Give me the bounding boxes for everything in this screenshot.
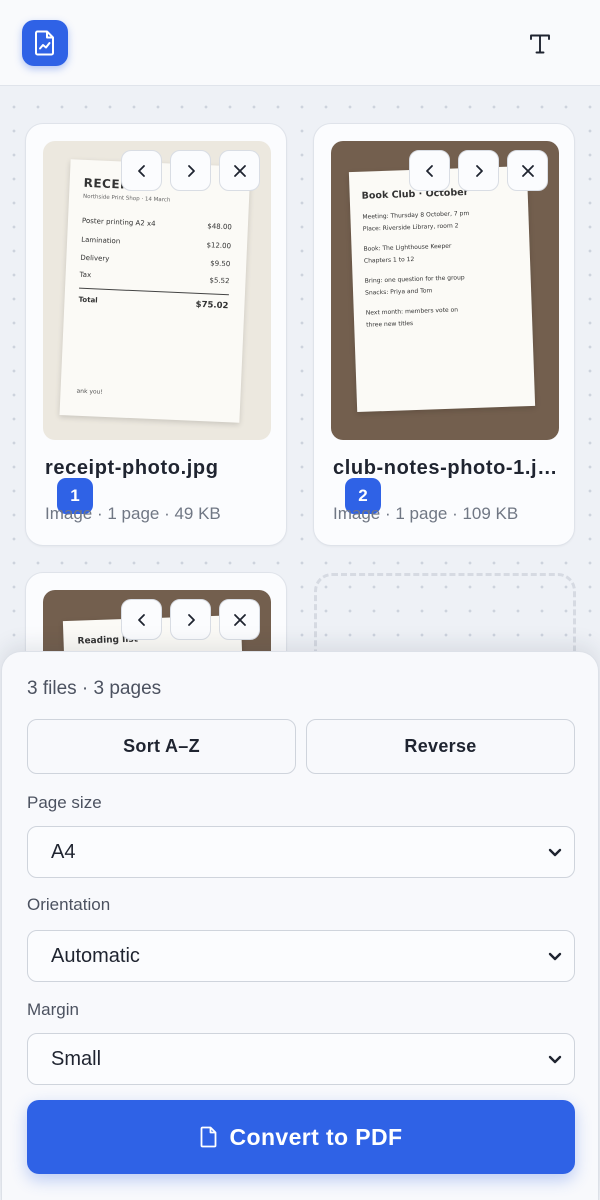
- card-controls: [121, 150, 260, 191]
- close-icon: [233, 613, 246, 626]
- chevron-right-icon: [187, 613, 195, 626]
- move-left-button[interactable]: [121, 599, 162, 640]
- margin-select[interactable]: Small: [27, 1033, 575, 1085]
- notes-line: Meeting: Thursday 8 October, 7 pm: [362, 210, 470, 221]
- notes-line: three new titles: [366, 320, 414, 329]
- close-icon: [233, 164, 246, 177]
- card-controls: [409, 150, 548, 191]
- margin-value: Small: [51, 1048, 102, 1070]
- notes-line: Bring: one question for the group: [364, 274, 465, 285]
- receipt-total-label: Total: [78, 295, 98, 305]
- sort-a-z-button[interactable]: Sort A–Z: [27, 719, 296, 774]
- pdf-image-file-icon[interactable]: [22, 20, 68, 66]
- page-size-select[interactable]: A4: [27, 826, 575, 878]
- file-meta: Image · 1 page · 109 KB: [333, 504, 519, 523]
- receipt-item-amount: $5.52: [209, 276, 230, 286]
- receipt-total-amount: $75.02: [195, 299, 229, 312]
- file-card[interactable]: Book Club · October Meeting: Thursday 8 …: [313, 123, 575, 546]
- receipt-item-label: Delivery: [80, 253, 110, 263]
- receipt-item-amount: $48.00: [207, 222, 233, 232]
- margin-label: Margin: [27, 1000, 79, 1019]
- chevron-left-icon: [425, 164, 433, 177]
- convert-label: Convert to PDF: [229, 1123, 403, 1150]
- notes-line: Snacks: Priya and Tom: [364, 287, 433, 297]
- notes-preview: Book Club · October Meeting: Thursday 8 …: [348, 165, 536, 413]
- move-right-button[interactable]: [170, 150, 211, 191]
- reverse-button[interactable]: Reverse: [306, 719, 575, 774]
- move-right-button[interactable]: [170, 599, 211, 640]
- notes-line: Chapters 1 to 12: [363, 255, 415, 265]
- move-right-button[interactable]: [458, 150, 499, 191]
- page-size-value: A4: [51, 841, 76, 863]
- chevron-down-icon: [548, 952, 562, 961]
- remove-file-button[interactable]: [219, 599, 260, 640]
- receipt-divider: [79, 287, 229, 296]
- text-tool-button[interactable]: [522, 26, 558, 62]
- convert-to-pdf-button[interactable]: Convert to PDF: [27, 1100, 575, 1174]
- receipt-preview: RECEIPT Northside Print Shop · 14 March …: [59, 159, 251, 423]
- file-name: club-notes-photo-1.jpg: [333, 457, 561, 479]
- chevron-down-icon: [548, 848, 562, 857]
- text-icon: [530, 34, 550, 54]
- file-meta: Image · 1 page · 49 KB: [45, 504, 221, 523]
- chevron-right-icon: [475, 164, 483, 177]
- remove-file-button[interactable]: [219, 150, 260, 191]
- receipt-item-amount: $12.00: [206, 241, 232, 251]
- notes-line: Place: Riverside Library, room 2: [362, 222, 459, 233]
- document-icon: [200, 1126, 216, 1148]
- receipt-item-label: Lamination: [80, 235, 121, 246]
- files-summary: 3 files · 3 pages: [27, 678, 162, 699]
- orientation-select[interactable]: Automatic: [27, 930, 575, 982]
- conversion-settings-panel: 3 files · 3 pages Sort A–Z Reverse Page …: [1, 651, 599, 1200]
- chevron-down-icon: [548, 1055, 562, 1064]
- page-size-label: Page size: [27, 793, 102, 812]
- orientation-value: Automatic: [51, 945, 140, 967]
- receipt-footer: ank you!: [76, 387, 103, 396]
- receipt-item-label: Tax: [79, 270, 92, 280]
- move-left-button[interactable]: [409, 150, 450, 191]
- close-icon: [521, 164, 534, 177]
- receipt-item-label: Poster printing A2 x4: [81, 216, 156, 228]
- notes-line: Next month: members vote on: [365, 306, 459, 317]
- top-bar: [0, 0, 600, 86]
- chevron-right-icon: [187, 164, 195, 177]
- file-name: receipt-photo.jpg: [45, 457, 219, 479]
- card-controls: [121, 599, 260, 640]
- orientation-label: Orientation: [27, 895, 111, 914]
- remove-file-button[interactable]: [507, 150, 548, 191]
- receipt-item-amount: $9.50: [210, 259, 231, 269]
- chevron-left-icon: [137, 164, 145, 177]
- receipt-subtitle: Northside Print Shop · 14 March: [82, 193, 171, 204]
- file-card[interactable]: RECEIPT Northside Print Shop · 14 March …: [25, 123, 287, 546]
- chevron-left-icon: [137, 613, 145, 626]
- move-left-button[interactable]: [121, 150, 162, 191]
- notes-line: Book: The Lighthouse Keeper: [363, 242, 452, 253]
